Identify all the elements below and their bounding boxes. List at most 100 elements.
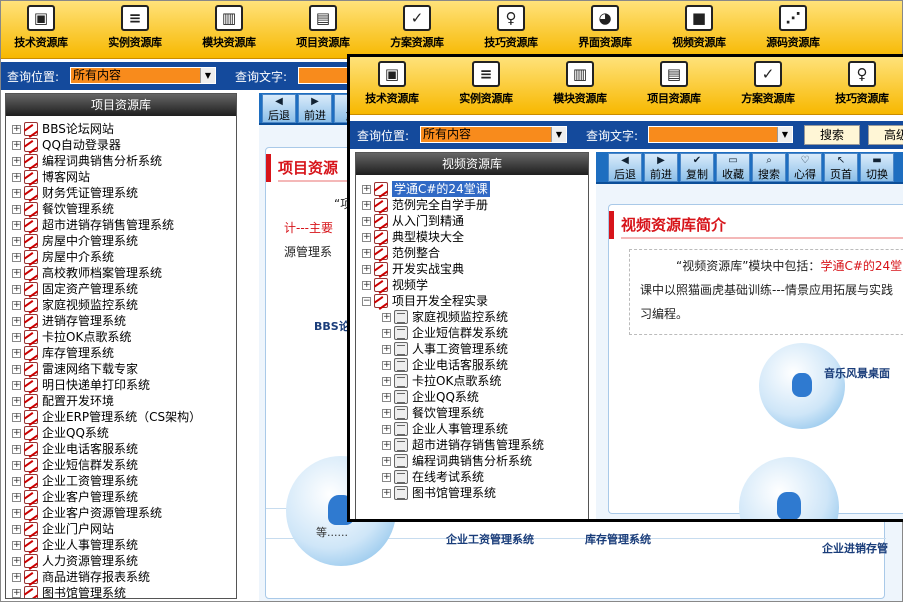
toolbar-solution-library[interactable]: ✓ 方案资源库 [370, 5, 464, 50]
video-tree-item[interactable]: + 范例完全自学手册 [356, 197, 588, 213]
switch-button[interactable]: ▬ 切换 [860, 153, 894, 182]
expand-icon[interactable]: + [382, 473, 391, 482]
inventory-system-label[interactable]: 库存管理系统 [585, 531, 651, 547]
music-desktop-label[interactable]: 音乐风景桌面 [824, 365, 890, 381]
tree-item[interactable]: + 房屋中介系统 [6, 249, 236, 265]
tree-item[interactable]: + 企业短信群发系统 [6, 457, 236, 473]
expand-icon[interactable]: + [12, 429, 21, 438]
expand-icon[interactable]: + [12, 237, 21, 246]
tree-item[interactable]: + 企业门户网站 [6, 521, 236, 537]
video-tree-subitem[interactable]: + 企业人事管理系统 [356, 421, 588, 437]
front-query-location-select[interactable]: 所有内容 ▼ [420, 126, 567, 143]
video-tree-subitem[interactable]: + 企业QQ系统 [356, 389, 588, 405]
expand-icon[interactable]: + [12, 317, 21, 326]
tree-item[interactable]: + 企业电话客服系统 [6, 441, 236, 457]
video-tree-subitem[interactable]: + 超市进销存销售管理系统 [356, 437, 588, 453]
collapse-icon[interactable]: − [362, 297, 371, 306]
forward-button[interactable]: ▶ 前进 [298, 94, 332, 123]
front-query-text-input[interactable]: ▼ [648, 126, 793, 143]
expand-icon[interactable]: + [382, 393, 391, 402]
video-tree-subitem[interactable]: + 餐饮管理系统 [356, 405, 588, 421]
expand-icon[interactable]: + [382, 313, 391, 322]
tree-item[interactable]: + 企业QQ系统 [6, 425, 236, 441]
expand-icon[interactable]: + [12, 397, 21, 406]
toolbar-tech-library[interactable]: ▣ 技术资源库 [1, 5, 88, 50]
toolbar-source-library[interactable]: ⋰ 源码资源库 [746, 5, 840, 50]
expand-icon[interactable]: + [362, 217, 371, 226]
expand-icon[interactable]: + [382, 345, 391, 354]
tree-item[interactable]: + 进销存管理系统 [6, 313, 236, 329]
tree-item[interactable]: + 人力资源管理系统 [6, 553, 236, 569]
expand-icon[interactable]: + [12, 157, 21, 166]
toolbar-tips-library[interactable]: ♀ 技巧资源库 [464, 5, 558, 50]
toolbar-module-library[interactable]: ▥ 模块资源库 [182, 5, 276, 50]
expand-icon[interactable]: + [362, 201, 371, 210]
salary-system-label[interactable]: 企业工资管理系统 [446, 531, 534, 547]
front-toolbar-module-library[interactable]: ▥ 模块资源库 [533, 61, 627, 106]
toolbar-ui-library[interactable]: ◕ 界面资源库 [558, 5, 652, 50]
expand-icon[interactable]: + [362, 185, 371, 194]
tree-item[interactable]: + 企业客户管理系统 [6, 489, 236, 505]
expand-icon[interactable]: + [362, 265, 371, 274]
notes-button[interactable]: ♡ 心得 [788, 153, 822, 182]
expand-icon[interactable]: + [12, 189, 21, 198]
search-button[interactable]: 搜索 [804, 125, 860, 145]
expand-icon[interactable]: + [12, 301, 21, 310]
front-forward-button[interactable]: ▶ 前进 [644, 153, 678, 182]
expand-icon[interactable]: + [12, 381, 21, 390]
expand-icon[interactable]: + [12, 445, 21, 454]
tree-item[interactable]: + 固定资产管理系统 [6, 281, 236, 297]
expand-icon[interactable]: + [382, 329, 391, 338]
tree-item[interactable]: + 卡拉OK点歌系统 [6, 329, 236, 345]
expand-icon[interactable]: + [12, 413, 21, 422]
front-back-button[interactable]: ◀ 后退 [608, 153, 642, 182]
front-toolbar-example-library[interactable]: ≡ 实例资源库 [439, 61, 533, 106]
expand-icon[interactable]: + [382, 489, 391, 498]
video-tree-item[interactable]: + 范例整合 [356, 245, 588, 261]
video-tree-subitem[interactable]: + 在线考试系统 [356, 469, 588, 485]
front-toolbar-project-library[interactable]: ▤ 项目资源库 [627, 61, 721, 106]
favorite-button[interactable]: ▭ 收藏 [716, 153, 750, 182]
toolbar-project-library[interactable]: ▤ 项目资源库 [276, 5, 370, 50]
video-tree-subitem[interactable]: + 家庭视频监控系统 [356, 309, 588, 325]
expand-icon[interactable]: + [12, 125, 21, 134]
tree-item[interactable]: + 博客网站 [6, 169, 236, 185]
tree-item[interactable]: + 企业工资管理系统 [6, 473, 236, 489]
expand-icon[interactable]: + [362, 233, 371, 242]
expand-icon[interactable]: + [382, 409, 391, 418]
expand-icon[interactable]: + [12, 349, 21, 358]
tree-item[interactable]: + 餐饮管理系统 [6, 201, 236, 217]
expand-icon[interactable]: + [12, 205, 21, 214]
toolbar-video-library[interactable]: ■ 视频资源库 [652, 5, 746, 50]
tree-item[interactable]: + 企业ERP管理系统（CS架构） [6, 409, 236, 425]
video-tree-item[interactable]: + 视频学 [356, 277, 588, 293]
expand-icon[interactable]: + [12, 557, 21, 566]
expand-icon[interactable]: + [12, 477, 21, 486]
tree-item[interactable]: + 库存管理系统 [6, 345, 236, 361]
front-toolbar-tech-library[interactable]: ▣ 技术资源库 [350, 61, 439, 106]
video-tree-item[interactable]: − 项目开发全程实录 [356, 293, 588, 309]
expand-icon[interactable]: + [12, 253, 21, 262]
tree-item[interactable]: + 图书馆管理系统 [6, 585, 236, 598]
video-tree-subitem[interactable]: + 编程词典销售分析系统 [356, 453, 588, 469]
advanced-search-button[interactable]: 高级 [868, 125, 903, 145]
video-tree-subitem[interactable]: + 人事工资管理系统 [356, 341, 588, 357]
expand-icon[interactable]: + [12, 525, 21, 534]
video-tree-item[interactable]: + 学通C#的24堂课 [356, 181, 588, 197]
video-tree-subitem[interactable]: + 企业短信群发系统 [356, 325, 588, 341]
expand-icon[interactable]: + [382, 441, 391, 450]
front-search-button[interactable]: ⌕ 搜索 [752, 153, 786, 182]
expand-icon[interactable]: + [12, 173, 21, 182]
tree-item[interactable]: + 企业客户资源管理系统 [6, 505, 236, 521]
toolbar-example-library[interactable]: ≡ 实例资源库 [88, 5, 182, 50]
tree-item[interactable]: + 房屋中介管理系统 [6, 233, 236, 249]
expand-icon[interactable]: + [12, 221, 21, 230]
tree-item[interactable]: + 编程词典销售分析系统 [6, 153, 236, 169]
expand-icon[interactable]: + [382, 457, 391, 466]
expand-icon[interactable]: + [12, 589, 21, 598]
expand-icon[interactable]: + [12, 333, 21, 342]
video-tree-subitem[interactable]: + 企业电话客服系统 [356, 357, 588, 373]
video-tree-item[interactable]: + 典型模块大全 [356, 229, 588, 245]
supermarket-system-label[interactable]: 企业进销存管 [822, 540, 888, 556]
tree-item[interactable]: + 配置开发环境 [6, 393, 236, 409]
